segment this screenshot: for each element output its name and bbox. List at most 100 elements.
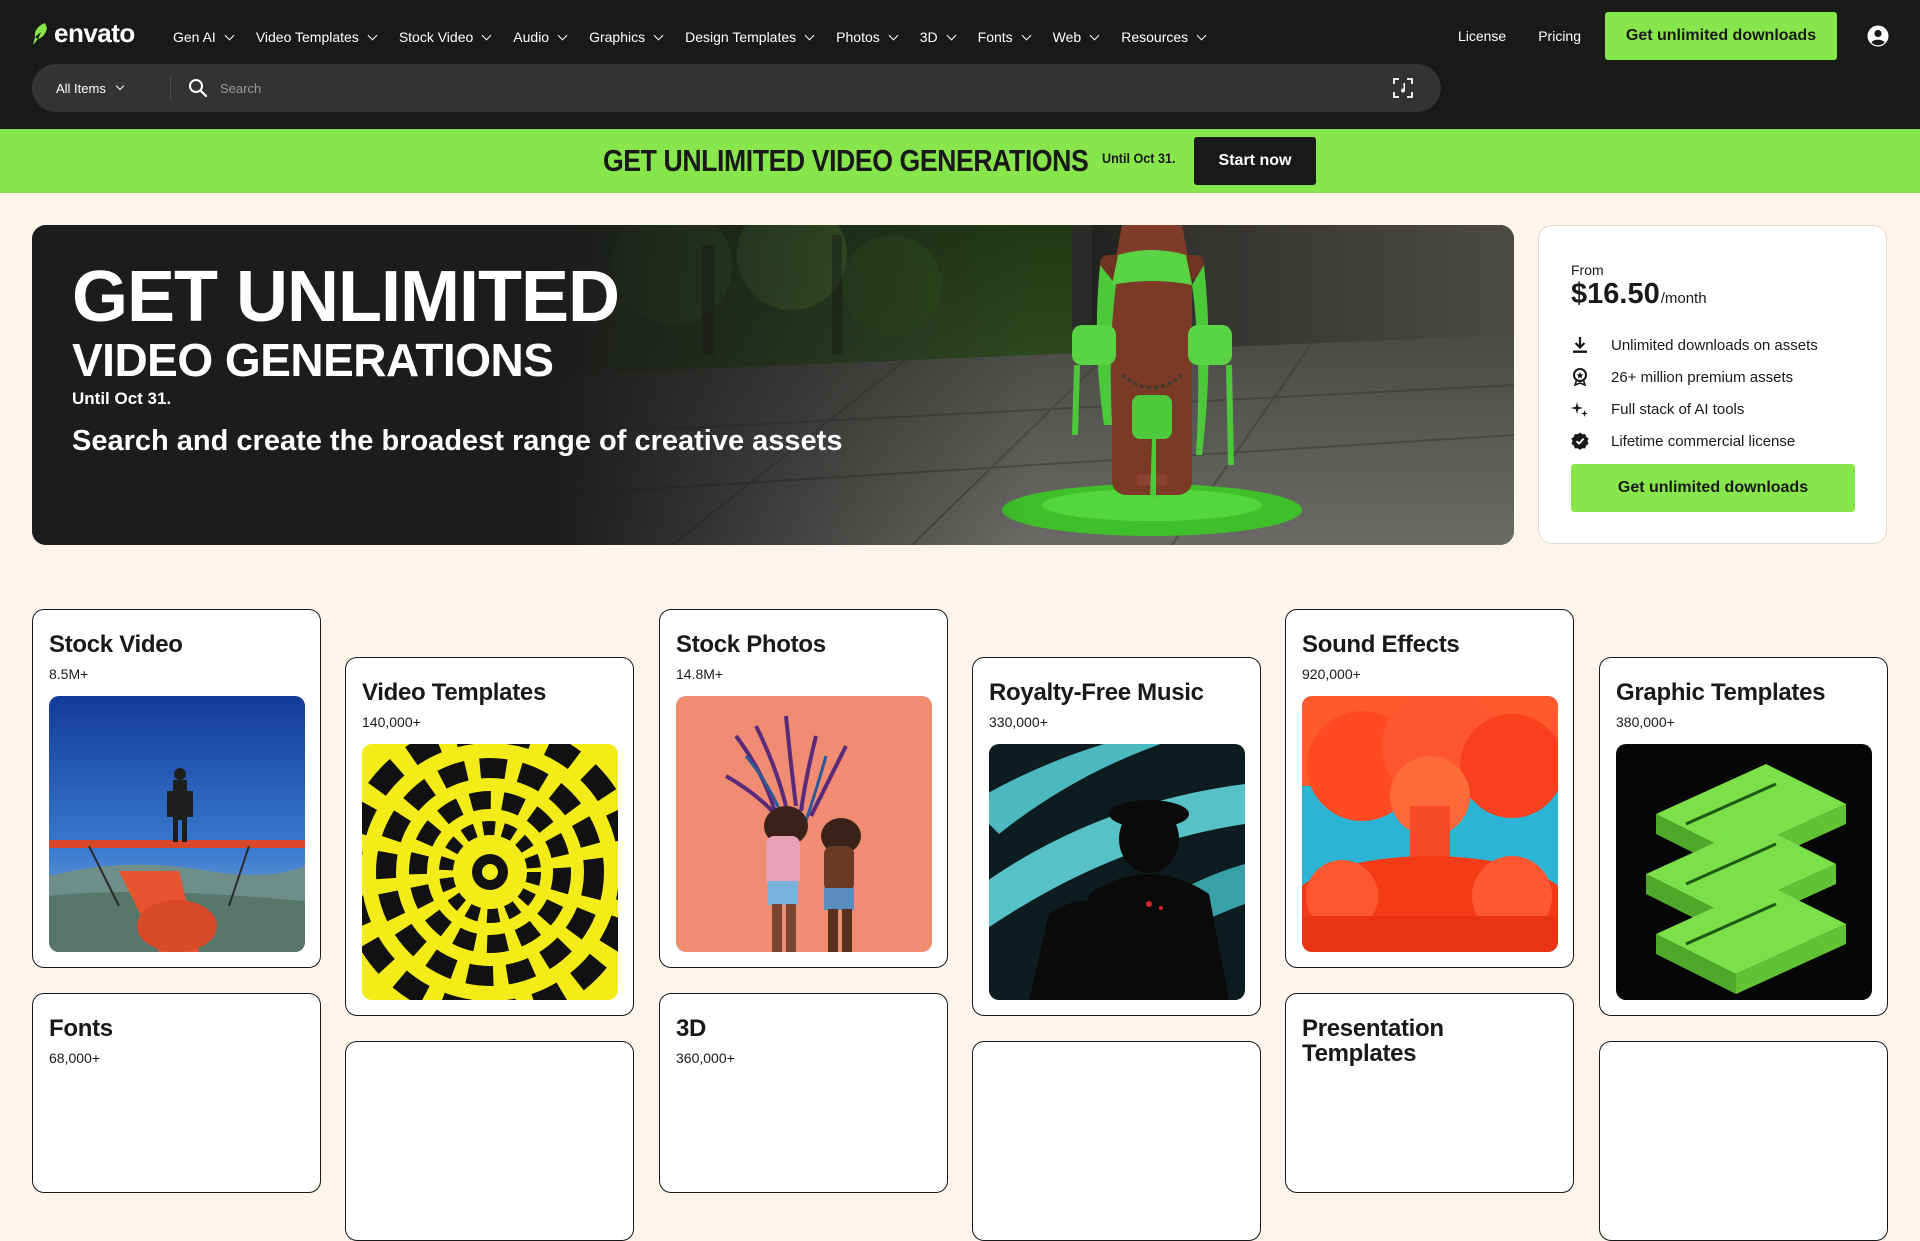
chevron-down-icon (115, 81, 125, 91)
nav-video-templates[interactable]: Video Templates (255, 29, 378, 45)
category-title: Graphic Templates (1616, 679, 1826, 706)
pricing-link[interactable]: Pricing (1538, 28, 1581, 44)
category-card-royalty-free-music[interactable]: Royalty-Free Music 330,000+ (972, 657, 1261, 1016)
hero-banner[interactable]: GET UNLIMITED VIDEO GENERATIONS Until Oc… (32, 225, 1514, 545)
site-header: envato Gen AI Video Templates Stock Vide… (0, 0, 1920, 129)
category-card-partial[interactable] (345, 1041, 634, 1241)
sparkles-icon (1571, 402, 1588, 417)
hero-heading-line1: GET UNLIMITED (72, 257, 620, 337)
price-amount: $16.50 (1571, 278, 1660, 310)
user-account-icon[interactable] (1867, 25, 1889, 47)
stock-photos-thumbnail (676, 696, 932, 952)
nav-web[interactable]: Web (1052, 29, 1100, 45)
feature-list: Unlimited downloads on assets 26+ millio… (1571, 329, 1818, 457)
pricing-card: From $16.50 /month Unlimited downloads o… (1538, 225, 1887, 544)
chevron-down-icon (224, 30, 235, 40)
category-title: Sound Effects (1302, 631, 1460, 658)
search-bar: All Items (32, 64, 1441, 112)
nav-label: 3D (919, 29, 938, 45)
chevron-down-icon (367, 30, 378, 40)
chevron-down-icon (1021, 30, 1032, 40)
nav-3d[interactable]: 3D (919, 29, 957, 45)
download-icon (1573, 337, 1587, 353)
category-card-3d[interactable]: 3D 360,000+ (659, 993, 948, 1193)
logo-text: envato (54, 18, 135, 48)
nav-fonts[interactable]: Fonts (977, 29, 1032, 45)
search-divider (170, 76, 171, 100)
category-count: 380,000+ (1616, 714, 1675, 730)
start-now-button[interactable]: Start now (1194, 137, 1316, 185)
nav-label: Photos (836, 29, 880, 45)
category-title: Presentation Templates (1302, 1015, 1444, 1068)
envato-leaf-icon (33, 22, 47, 45)
nav-label: Design Templates (685, 29, 797, 45)
nav-label: Graphics (589, 29, 646, 45)
feature-text: 26+ million premium assets (1611, 368, 1794, 386)
category-count: 8.5M+ (49, 666, 89, 682)
price-from-label: From (1571, 262, 1604, 278)
chevron-down-icon (653, 30, 664, 40)
category-card-partial[interactable] (1599, 1041, 1888, 1241)
category-card-stock-photos[interactable]: Stock Photos 14.8M+ (659, 609, 948, 968)
category-card-video-templates[interactable]: Video Templates 140,000+ (345, 657, 634, 1016)
nav-design-templates[interactable]: Design Templates (685, 29, 815, 45)
category-title: Fonts (49, 1015, 113, 1042)
price: $16.50 /month (1571, 278, 1707, 311)
chevron-down-icon (1089, 30, 1100, 40)
royalty-free-music-thumbnail (989, 744, 1245, 1000)
nav-gen-ai[interactable]: Gen AI (173, 29, 235, 45)
pricing-get-unlimited-button[interactable]: Get unlimited downloads (1571, 464, 1855, 512)
get-unlimited-downloads-button[interactable]: Get unlimited downloads (1605, 12, 1837, 60)
chevron-down-icon (888, 30, 899, 40)
image-search-icon[interactable] (1391, 76, 1415, 100)
feature-item: Lifetime commercial license (1571, 425, 1818, 457)
stock-video-thumbnail (49, 696, 305, 952)
category-card-graphic-templates[interactable]: Graphic Templates 380,000+ (1599, 657, 1888, 1016)
category-count: 68,000+ (49, 1050, 100, 1066)
nav-label: Resources (1121, 29, 1189, 45)
category-card-fonts[interactable]: Fonts 68,000+ (32, 993, 321, 1193)
search-category-label: All Items (56, 80, 106, 96)
sound-effects-thumbnail (1302, 696, 1558, 952)
envato-logo[interactable]: envato (32, 18, 135, 49)
category-title: Royalty-Free Music (989, 679, 1204, 706)
nav-audio[interactable]: Audio (513, 29, 568, 45)
nav-label: Video Templates (255, 29, 359, 45)
category-card-stock-video[interactable]: Stock Video 8.5M+ (32, 609, 321, 968)
nav-label: Gen AI (173, 29, 216, 45)
nav-label: Fonts (977, 29, 1013, 45)
license-link[interactable]: License (1458, 28, 1506, 44)
hero-until: Until Oct 31. (72, 389, 172, 408)
video-templates-thumbnail (362, 744, 618, 1000)
main-nav: Gen AI Video Templates Stock Video Audio… (173, 24, 1228, 50)
search-category-dropdown[interactable]: All Items (32, 81, 158, 96)
nav-label: Audio (513, 29, 550, 45)
feature-text: Full stack of AI tools (1611, 400, 1745, 418)
promo-until: Until Oct 31. (1102, 150, 1176, 166)
feature-item: 26+ million premium assets (1571, 361, 1818, 393)
nav-graphics[interactable]: Graphics (589, 29, 664, 45)
promo-banner: GET UNLIMITED VIDEO GENERATIONS Until Oc… (0, 129, 1920, 193)
chevron-down-icon (946, 30, 957, 40)
category-count: 330,000+ (989, 714, 1048, 730)
category-count: 14.8M+ (676, 666, 724, 682)
nav-stock-video[interactable]: Stock Video (398, 29, 492, 45)
graphic-templates-thumbnail (1616, 744, 1872, 1000)
nav-resources[interactable]: Resources (1121, 29, 1207, 45)
price-period: /month (1660, 290, 1707, 307)
header-actions: License Pricing Get unlimited downloads (1458, 12, 1920, 60)
category-card-sound-effects[interactable]: Sound Effects 920,000+ (1285, 609, 1574, 968)
category-title: Video Templates (362, 679, 547, 706)
category-title: Stock Photos (676, 631, 826, 658)
nav-label: Web (1052, 29, 1082, 45)
category-card-presentation-templates[interactable]: Presentation Templates (1285, 993, 1574, 1193)
chevron-down-icon (557, 30, 568, 40)
category-card-partial[interactable] (972, 1041, 1261, 1241)
nav-photos[interactable]: Photos (836, 29, 899, 45)
award-icon (1573, 368, 1587, 386)
feature-item: Unlimited downloads on assets (1571, 329, 1818, 361)
feature-text: Unlimited downloads on assets (1611, 336, 1818, 354)
category-title: Stock Video (49, 631, 183, 658)
nav-label: Stock Video (398, 29, 474, 45)
search-input[interactable] (218, 79, 1391, 97)
